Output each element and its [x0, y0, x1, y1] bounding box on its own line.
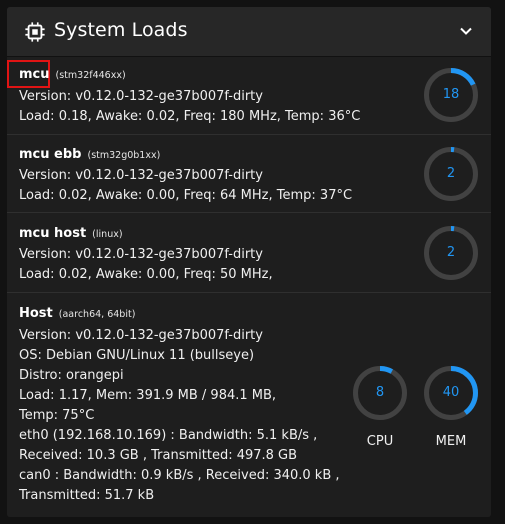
cpu-chip-icon: [25, 22, 45, 42]
mcu-chip: (stm32g0b1xx): [87, 150, 161, 161]
mcu-version: Version: v0.12.0-132-ge37b007f-dirty: [19, 247, 263, 262]
mcu-section-mcu: mcu (stm32f446xx) Version: v0.12.0-132-ge…: [7, 57, 491, 134]
mcu-version: Version: v0.12.0-132-ge37b007f-dirty: [19, 89, 263, 104]
card-header[interactable]: System Loads: [7, 7, 491, 57]
card-title: System Loads: [54, 19, 188, 41]
mcu-title: mcu host (linux): [19, 226, 123, 241]
mcu-load-gauge: 2: [423, 225, 479, 281]
mcu-section-host: mcu host (linux) Version: v0.12.0-132-ge3…: [7, 212, 491, 293]
host-can0-transmitted: Transmitted: 51.7 kB: [19, 488, 155, 503]
mcu-load-gauge: 2: [423, 146, 479, 202]
gauge-value: 8: [375, 385, 385, 400]
cpu-label: CPU: [366, 434, 394, 449]
gauge-value: 2: [446, 166, 456, 181]
mcu-chip-text: stm32g0b1xx: [91, 150, 157, 161]
host-arch: (aarch64, 64bit): [58, 309, 136, 320]
host-title: Host (aarch64, 64bit): [19, 306, 135, 321]
mcu-load-gauge: 18: [423, 67, 479, 123]
cpu-gauge: 8: [352, 365, 408, 421]
mcu-stats: Load: 0.02, Awake: 0.00, Freq: 64 MHz, T…: [19, 188, 353, 203]
host-eth0-traffic: Received: 10.3 GB , Transmitted: 497.8 G…: [19, 448, 298, 463]
mcu-stats: Load: 0.18, Awake: 0.02, Freq: 180 MHz, …: [19, 109, 361, 124]
chevron-down-icon[interactable]: [458, 23, 474, 39]
host-os: OS: Debian GNU/Linux 11 (bullseye): [19, 348, 255, 363]
host-load: Load: 1.17, Mem: 391.9 MB / 984.1 MB,: [19, 388, 277, 403]
host-section: Host (aarch64, 64bit) Version: v0.12.0-13…: [7, 292, 491, 517]
mcu-chip-text: stm32f446xx: [59, 70, 122, 81]
host-can0: can0 : Bandwidth: 0.9 kB/s , Received: 3…: [19, 468, 340, 483]
mcu-stats: Load: 0.02, Awake: 0.00, Freq: 50 MHz,: [19, 267, 273, 282]
host-distro: Distro: orangepi: [19, 368, 124, 383]
mcu-name: mcu: [19, 67, 50, 82]
mcu-name: mcu host: [19, 226, 87, 241]
mcu-chip-text: linux: [95, 229, 119, 240]
mem-gauge: 40: [423, 365, 479, 421]
mcu-section-ebb: mcu ebb (stm32g0b1xx) Version: v0.12.0-13…: [7, 134, 491, 213]
host-version: Version: v0.12.0-132-ge37b007f-dirty: [19, 328, 263, 343]
mcu-chip: (linux): [92, 229, 123, 240]
mcu-chip: (stm32f446xx): [55, 70, 126, 81]
gauge-value: 18: [442, 87, 460, 102]
host-name: Host: [19, 306, 53, 321]
mem-label: MEM: [435, 434, 467, 449]
gauge-value: 2: [446, 245, 456, 260]
mcu-title: mcu ebb (stm32g0b1xx): [19, 147, 160, 162]
host-temp: Temp: 75°C: [19, 408, 95, 423]
mcu-version: Version: v0.12.0-132-ge37b007f-dirty: [19, 168, 263, 183]
host-eth0: eth0 (192.168.10.169) : Bandwidth: 5.1 k…: [19, 428, 318, 443]
gauge-value: 40: [442, 385, 460, 400]
host-arch-text: aarch64, 64bit: [62, 309, 132, 320]
system-loads-card: System Loads mcu (stm32f446xx) Version: v…: [7, 7, 491, 517]
mcu-name: mcu ebb: [19, 147, 82, 162]
mcu-title: mcu (stm32f446xx): [19, 67, 126, 82]
